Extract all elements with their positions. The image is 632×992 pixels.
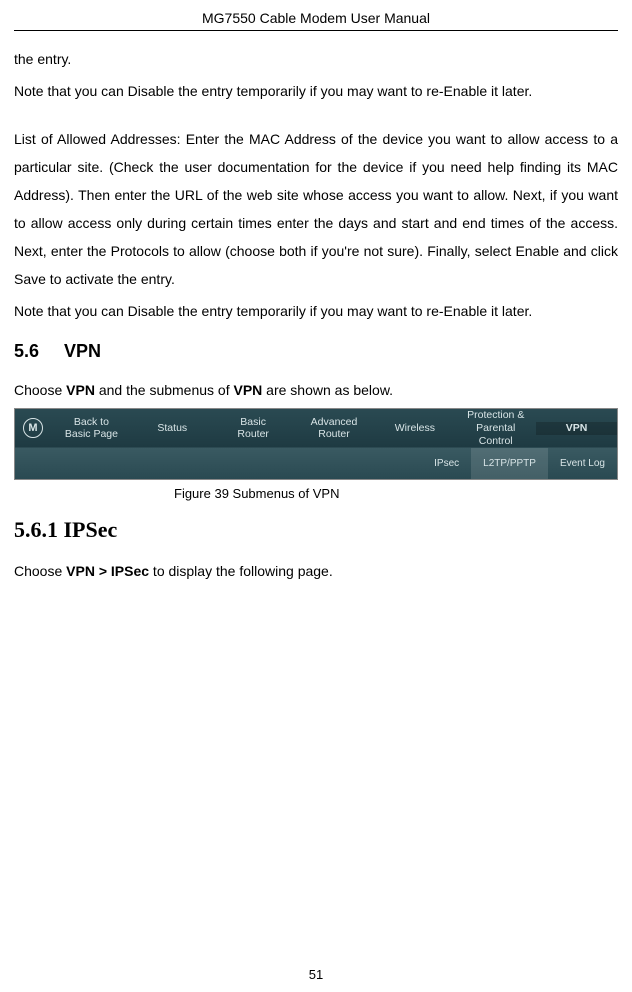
vpn-submenu-screenshot: M Back to Basic Page Status Basic Router… bbox=[14, 408, 618, 480]
nav-bottom-row: IPsec L2TP/PPTP Event Log bbox=[15, 448, 617, 480]
text-bold: VPN bbox=[66, 382, 95, 398]
motorola-logo-icon: M bbox=[23, 418, 43, 438]
subsection-heading-ipsec: 5.6.1 IPSec bbox=[14, 517, 618, 543]
nav-basic-router[interactable]: Basic Router bbox=[213, 416, 294, 441]
body-paragraph: Note that you can Disable the entry temp… bbox=[14, 77, 618, 105]
text-run: Choose bbox=[14, 382, 66, 398]
text-bold: VPN > IPSec bbox=[66, 563, 149, 579]
figure-caption: Figure 39 Submenus of VPN bbox=[144, 486, 618, 501]
section-number: 5.6 bbox=[14, 341, 39, 361]
text-run: Choose bbox=[14, 563, 66, 579]
nav-vpn[interactable]: VPN bbox=[536, 422, 617, 435]
section-title: VPN bbox=[64, 341, 101, 361]
section-heading-vpn: 5.6 VPN bbox=[14, 341, 618, 362]
nav-top-row: M Back to Basic Page Status Basic Router… bbox=[15, 409, 617, 448]
body-paragraph: List of Allowed Addresses: Enter the MAC… bbox=[14, 125, 618, 293]
nav-wireless[interactable]: Wireless bbox=[374, 422, 455, 435]
subnav-event-log[interactable]: Event Log bbox=[548, 448, 617, 480]
body-paragraph: the entry. bbox=[14, 45, 618, 73]
ipsec-intro-paragraph: Choose VPN > IPSec to display the follow… bbox=[14, 557, 618, 585]
nav-status[interactable]: Status bbox=[132, 422, 213, 435]
document-header: MG7550 Cable Modem User Manual bbox=[14, 10, 618, 31]
text-run: to display the following page. bbox=[149, 563, 333, 579]
text-run: are shown as below. bbox=[262, 382, 393, 398]
subnav-ipsec[interactable]: IPsec bbox=[422, 448, 471, 480]
page-number: 51 bbox=[0, 967, 632, 982]
brand-logo: M bbox=[15, 418, 51, 438]
body-paragraph: Note that you can Disable the entry temp… bbox=[14, 297, 618, 325]
subnav-l2tp-pptp[interactable]: L2TP/PPTP bbox=[471, 448, 548, 480]
nav-advanced-router[interactable]: Advanced Router bbox=[294, 416, 375, 441]
vpn-intro-paragraph: Choose VPN and the submenus of VPN are s… bbox=[14, 376, 618, 404]
nav-back-to-basic[interactable]: Back to Basic Page bbox=[51, 416, 132, 441]
text-bold: VPN bbox=[234, 382, 263, 398]
text-run: and the submenus of bbox=[95, 382, 234, 398]
nav-protection-parental[interactable]: Protection & Parental Control bbox=[455, 409, 536, 447]
